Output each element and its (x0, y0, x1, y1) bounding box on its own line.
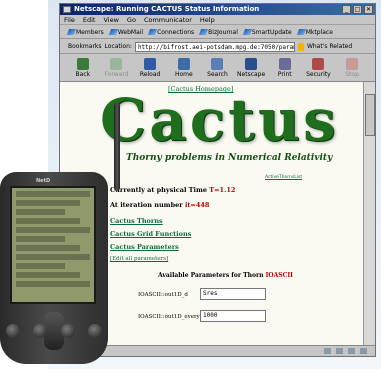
window-icon (63, 6, 71, 13)
lock-icon (312, 58, 325, 70)
stop-button[interactable]: Stop (338, 55, 366, 81)
pda-button (33, 324, 48, 338)
pda-logo: NetD (36, 178, 51, 184)
bookmark-webmail[interactable]: WebMail (108, 29, 143, 36)
component-bar-icon[interactable] (336, 348, 343, 354)
pda-screen-row (16, 272, 80, 278)
print-button[interactable]: Print (271, 55, 299, 81)
menu-edit[interactable]: Edit (83, 15, 96, 24)
pda-screen-row (16, 236, 66, 242)
params-heading: Available Parameters for Thorn IOASCII (158, 272, 293, 279)
navigation-toolbar: Back Forward Reload Home Search Netscape… (60, 55, 375, 82)
forward-icon (110, 58, 123, 70)
active-thorns-link[interactable]: ActiveThornsList (265, 175, 302, 180)
bookmark-connections[interactable]: Connections (148, 29, 194, 36)
pda-button (60, 324, 75, 338)
back-button[interactable]: Back (69, 55, 97, 81)
pda-antenna (114, 103, 120, 191)
param-label: IOASCII::out1D_every (138, 314, 200, 320)
flag-icon (297, 42, 304, 51)
pda-screen-row (16, 245, 80, 251)
cactus-logo: Cactus (100, 86, 339, 154)
param-input-out1d-every[interactable]: 1000 (200, 310, 266, 322)
iteration-line: At iteration number it=448 (110, 201, 209, 209)
time-value: T=1.12 (209, 186, 236, 194)
physical-time-line: Currently at physical Time T=1.12 (110, 186, 235, 194)
pda-screen-row (16, 218, 80, 224)
personal-toolbar: Members WebMail Connections BizJournal S… (60, 26, 375, 39)
pda-screen-row (16, 191, 90, 197)
pda-button (87, 324, 102, 338)
time-label: Currently at physical Time (110, 186, 207, 194)
url-input[interactable]: http://bifrost.aei-potsdam.mpg.de:7050/p… (134, 41, 295, 52)
param-input-out1d-d[interactable]: Sres (200, 288, 266, 300)
location-toolbar: Bookmarks Location: http://bifrost.aei-p… (60, 40, 375, 54)
params-thorn-name: IOASCII (265, 272, 293, 279)
pda-hard-buttons (6, 324, 102, 338)
search-button[interactable]: Search (203, 55, 231, 81)
menu-help[interactable]: Help (200, 15, 215, 24)
menu-go[interactable]: Go (127, 15, 136, 24)
edit-all-parameters-link[interactable]: [Edit all parameters] (110, 256, 168, 262)
iteration-label: At iteration number (110, 201, 183, 209)
home-icon (177, 58, 190, 70)
close-button[interactable]: ✕ (364, 5, 373, 14)
reload-icon (144, 58, 157, 70)
location-label: Location: (104, 43, 132, 50)
whats-related-button[interactable]: What's Related (307, 43, 352, 50)
pda-screen-row (16, 254, 90, 260)
component-bar-icon[interactable] (348, 348, 355, 354)
bookmark-members[interactable]: Members (66, 29, 104, 36)
page-subtitle: Thorny problems in Numerical Relativity (126, 153, 333, 163)
bookmark-icon (108, 29, 118, 35)
window-controls: _ □ ✕ (342, 5, 373, 14)
pda-screen-row (16, 200, 80, 206)
menu-communicator[interactable]: Communicator (144, 15, 192, 24)
pda-screen-row (16, 227, 90, 233)
forward-button[interactable]: Forward (102, 55, 130, 81)
bookmark-mktplace[interactable]: Mktplace (296, 29, 333, 36)
param-label: IOASCII::out1D_d (138, 292, 188, 298)
component-bar-icon[interactable] (324, 348, 331, 354)
netscape-icon (245, 58, 258, 70)
pda-screen-row (16, 281, 90, 287)
search-icon (211, 58, 224, 70)
print-icon (278, 58, 291, 70)
cactus-parameters-link[interactable]: Cactus Parameters (110, 243, 179, 251)
menu-file[interactable]: File (64, 15, 75, 24)
component-bar-icon[interactable] (360, 348, 367, 354)
iteration-value: it=448 (184, 201, 210, 209)
home-button[interactable]: Home (170, 55, 198, 81)
vertical-scrollbar[interactable] (363, 82, 375, 347)
pda-button (6, 324, 20, 338)
pda-screen-row (16, 209, 66, 215)
cactus-thorns-link[interactable]: Cactus Thorns (110, 217, 163, 225)
window-title: Netscape: Running CACTUS Status Informat… (74, 5, 260, 13)
pda-screen-row (16, 263, 66, 269)
cactus-grid-functions-link[interactable]: Cactus Grid Functions (110, 230, 191, 238)
bookmark-icon (148, 29, 158, 35)
menu-view[interactable]: View (103, 15, 118, 24)
minimize-button[interactable]: _ (342, 5, 351, 14)
bookmark-icon (242, 29, 252, 35)
title-bar: Netscape: Running CACTUS Status Informat… (60, 4, 375, 15)
menu-bar: File Edit View Go Communicator Help (60, 15, 375, 25)
netscape-button[interactable]: Netscape (237, 55, 265, 81)
bookmark-smartupdate[interactable]: SmartUpdate (242, 29, 292, 36)
bookmark-icon (296, 29, 306, 35)
bookmark-icon (66, 29, 77, 35)
back-icon (76, 58, 89, 70)
bookmark-icon (199, 29, 209, 35)
pda-screen (10, 186, 96, 304)
stop-icon (346, 58, 359, 70)
bookmarks-button[interactable]: Bookmarks (68, 43, 102, 50)
scrollbar-thumb[interactable] (365, 94, 375, 136)
bookmark-bizjournal[interactable]: BizJournal (199, 29, 238, 36)
security-button[interactable]: Security (304, 55, 332, 81)
pda-device: NetD (0, 172, 108, 364)
reload-button[interactable]: Reload (136, 55, 164, 81)
maximize-button[interactable]: □ (353, 5, 362, 14)
